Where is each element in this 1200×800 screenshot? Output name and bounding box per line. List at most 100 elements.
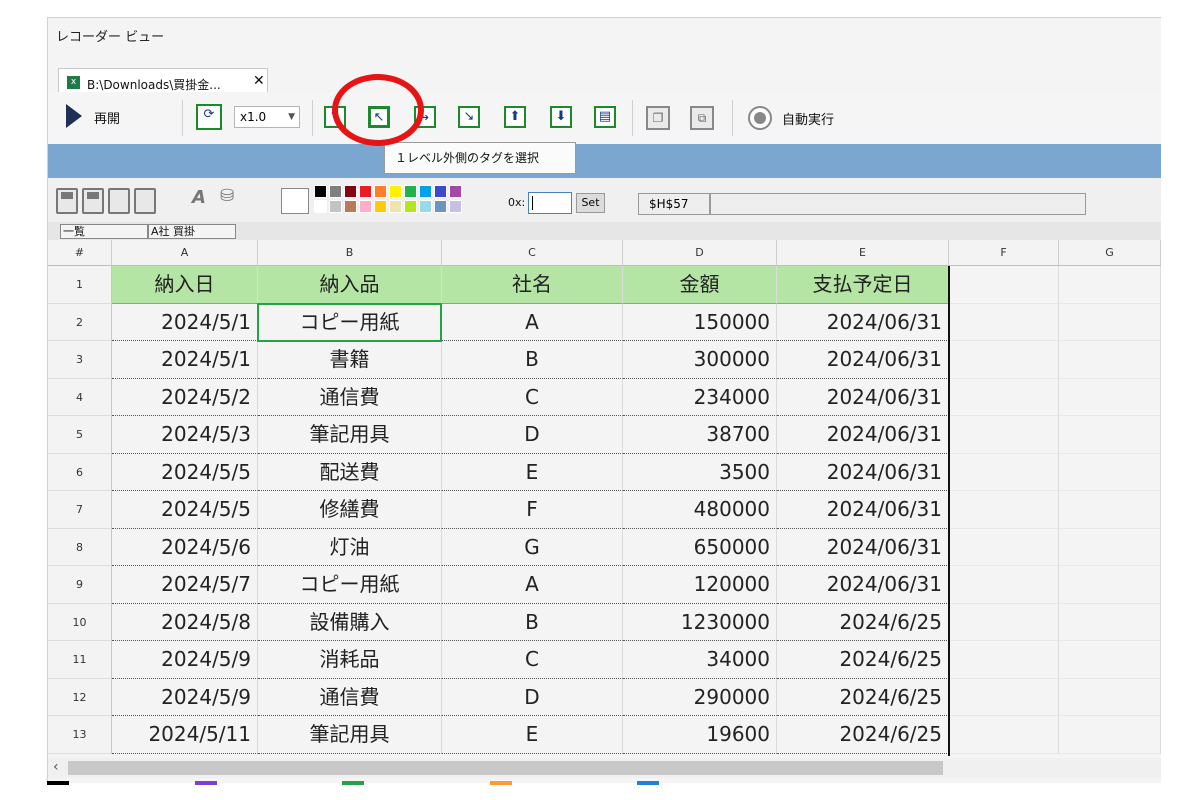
cell-empty[interactable] — [949, 303, 1059, 341]
select-previous-icon[interactable]: ↰ — [324, 106, 346, 128]
cell-amount[interactable]: 34000 — [623, 641, 777, 679]
document-icon[interactable]: ▤ — [594, 106, 616, 128]
color-swatch[interactable] — [449, 185, 462, 198]
play-icon[interactable] — [66, 104, 82, 128]
cell-due-date[interactable]: 2024/06/31 — [777, 566, 949, 604]
color-swatch[interactable] — [419, 185, 432, 198]
color-swatch[interactable] — [404, 200, 417, 213]
color-swatch[interactable] — [404, 185, 417, 198]
color-swatch[interactable] — [344, 200, 357, 213]
cell-amount[interactable]: 290000 — [623, 678, 777, 716]
formula-input[interactable] — [710, 193, 1086, 215]
cell-due-date[interactable]: 2024/06/31 — [777, 491, 949, 529]
scrollbar-thumb[interactable] — [68, 761, 943, 775]
header-cell-date[interactable]: 納入日 — [112, 266, 258, 304]
horizontal-scrollbar[interactable]: ‹ — [48, 758, 1161, 778]
color-swatch[interactable] — [389, 200, 402, 213]
select-next-icon[interactable]: ↳ — [414, 106, 436, 128]
cell-date[interactable]: 2024/5/1 — [112, 303, 258, 341]
color-swatch[interactable] — [389, 185, 402, 198]
cell-due-date[interactable]: 2024/06/31 — [777, 416, 949, 454]
cell-amount[interactable]: 38700 — [623, 416, 777, 454]
cell-date[interactable]: 2024/5/2 — [112, 378, 258, 416]
cell-empty[interactable] — [1059, 603, 1161, 641]
cell-item[interactable]: 灯油 — [258, 528, 442, 566]
cell-due-date[interactable]: 2024/06/31 — [777, 303, 949, 341]
cell-empty[interactable] — [949, 716, 1059, 754]
cell-due-date[interactable]: 2024/6/25 — [777, 678, 949, 716]
cell-amount[interactable]: 650000 — [623, 528, 777, 566]
cell-due-date[interactable]: 2024/06/31 — [777, 378, 949, 416]
cell-amount[interactable]: 3500 — [623, 453, 777, 491]
cell-company[interactable]: C — [442, 641, 623, 679]
color-swatch[interactable] — [329, 185, 342, 198]
cell-item[interactable]: 筆記用具 — [258, 716, 442, 754]
cell-amount[interactable]: 1230000 — [623, 603, 777, 641]
cell-empty[interactable] — [1059, 528, 1161, 566]
autorun-label[interactable]: 自動実行 — [782, 109, 834, 128]
header-cell-due-date[interactable]: 支払予定日 — [777, 266, 949, 304]
cell-empty[interactable] — [949, 603, 1059, 641]
cell-amount[interactable]: 120000 — [623, 566, 777, 604]
cell-date[interactable]: 2024/5/8 — [112, 603, 258, 641]
color-swatch[interactable] — [374, 185, 387, 198]
cell-company[interactable]: C — [442, 378, 623, 416]
column-header-e[interactable]: E — [777, 240, 949, 266]
row-number[interactable]: 8 — [48, 528, 112, 566]
cell-empty[interactable] — [1059, 303, 1161, 341]
cell-due-date[interactable]: 2024/06/31 — [777, 453, 949, 491]
cell-empty[interactable] — [949, 266, 1059, 304]
cell-empty[interactable] — [949, 378, 1059, 416]
row-number[interactable]: 2 — [48, 303, 112, 341]
cell-amount[interactable]: 19600 — [623, 716, 777, 754]
column-header-f[interactable]: F — [949, 240, 1059, 266]
speed-select[interactable]: x1.0 ▼ — [234, 106, 300, 128]
cell-empty[interactable] — [949, 491, 1059, 529]
cell-amount[interactable]: 234000 — [623, 378, 777, 416]
header-cell-amount[interactable]: 金額 — [623, 266, 777, 304]
column-header-b[interactable]: B — [258, 240, 442, 266]
cell-date[interactable]: 2024/5/9 — [112, 641, 258, 679]
cell-empty[interactable] — [949, 678, 1059, 716]
font-color-icon[interactable]: A — [192, 187, 214, 213]
fill-bucket-icon[interactable]: ⛁ — [220, 186, 242, 212]
paste-window-icon[interactable]: ⧉ — [690, 106, 714, 130]
row-number[interactable]: 3 — [48, 341, 112, 379]
column-header-a[interactable]: A — [112, 240, 258, 266]
copy-window-icon[interactable]: ❐ — [646, 106, 670, 130]
cell-due-date[interactable]: 2024/6/25 — [777, 716, 949, 754]
cell-empty[interactable] — [1059, 266, 1161, 304]
cell-empty[interactable] — [1059, 341, 1161, 379]
cell-company[interactable]: G — [442, 528, 623, 566]
cell-empty[interactable] — [1059, 716, 1161, 754]
paste-icon[interactable] — [134, 188, 156, 214]
cell-date[interactable]: 2024/5/11 — [112, 716, 258, 754]
cell-company[interactable]: B — [442, 603, 623, 641]
row-number[interactable]: 1 — [48, 266, 112, 304]
cell-company[interactable]: D — [442, 416, 623, 454]
cell-company[interactable]: B — [442, 341, 623, 379]
cell-amount[interactable]: 300000 — [623, 341, 777, 379]
cell-empty[interactable] — [949, 528, 1059, 566]
row-number[interactable]: 10 — [48, 603, 112, 641]
save-icon[interactable] — [56, 188, 78, 214]
cell-company[interactable]: A — [442, 303, 623, 341]
sheet-tab-ichiran[interactable]: 一覧 — [60, 224, 148, 239]
cell-empty[interactable] — [949, 566, 1059, 604]
select-parent-tag-icon[interactable]: ↖ — [368, 106, 390, 128]
column-header-index[interactable]: # — [48, 240, 112, 266]
color-swatch[interactable] — [359, 200, 372, 213]
cell-item[interactable]: 修繕費 — [258, 491, 442, 529]
cell-empty[interactable] — [1059, 378, 1161, 416]
color-swatch[interactable] — [329, 200, 342, 213]
cell-company[interactable]: E — [442, 716, 623, 754]
cell-empty[interactable] — [1059, 678, 1161, 716]
move-up-icon[interactable]: ⬆ — [504, 106, 526, 128]
sheet-tab-a-kaikake[interactable]: A社 買掛 — [148, 224, 236, 239]
row-number[interactable]: 12 — [48, 678, 112, 716]
row-number[interactable]: 6 — [48, 453, 112, 491]
row-number[interactable]: 13 — [48, 716, 112, 754]
save-as-icon[interactable] — [82, 188, 104, 214]
cell-item[interactable]: 通信費 — [258, 678, 442, 716]
cell-item[interactable]: 書籍 — [258, 341, 442, 379]
